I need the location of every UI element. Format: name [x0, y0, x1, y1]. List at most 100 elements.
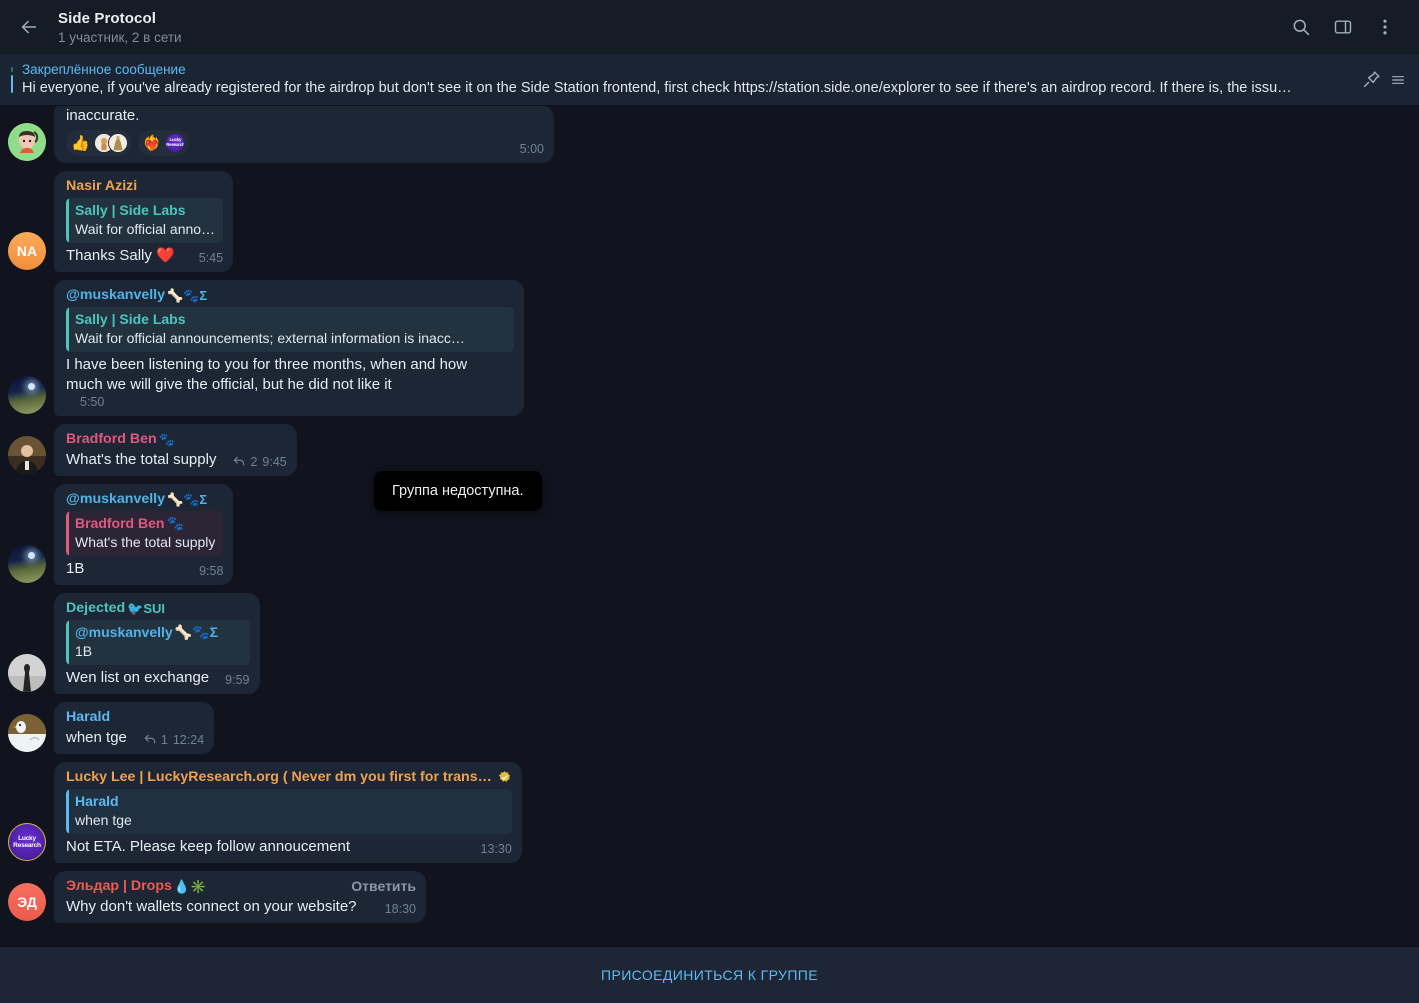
quoted-text: Wait for official anno… [75, 221, 216, 237]
message-bubble[interactable]: Nasir Azizi Sally | Side Labs Wait for o… [54, 171, 234, 272]
quoted-sender: Sally | Side Labs [75, 202, 186, 218]
message-meta: 9:59 [225, 673, 249, 688]
message-sender[interactable]: Harald [66, 708, 204, 727]
pinned-message-bar[interactable]: Закреплённое сообщение Hi everyone, if y… [0, 54, 1419, 106]
message-sender[interactable]: @muskanvelly 🦴🐾Σ [66, 490, 223, 509]
message-list: inaccurate. 👍 [0, 106, 1419, 929]
message-time: 5:45 [198, 251, 224, 265]
sender-emoji: 💧✳️ [173, 879, 207, 894]
quoted-text: Wait for official announcements; externa… [75, 330, 465, 346]
message-meta: 5:00 [520, 142, 544, 157]
verified-star-icon [497, 770, 512, 785]
message-bubble[interactable]: Lucky Lee | LuckyResearch.org ( Never dm… [54, 762, 522, 863]
pinned-list-icon [1390, 72, 1406, 88]
message-text: inaccurate. [66, 107, 140, 124]
message-sender-name: @muskanvelly [66, 491, 166, 507]
telegram-chat-window: Side Protocol 1 участник, 2 в сети Закре… [0, 0, 1419, 1003]
join-group-button[interactable]: Присоединиться к группе [0, 946, 1419, 1003]
back-button[interactable] [8, 6, 50, 48]
reply-count-value: 1 [160, 733, 168, 747]
message-text: What's the total supply [66, 451, 217, 468]
header-actions [1281, 7, 1405, 47]
arrow-left-icon [18, 16, 40, 38]
avatar[interactable] [8, 545, 46, 583]
message-meta: 1 12:24 [143, 733, 204, 748]
reply-arrow-icon [232, 455, 246, 469]
message-sender-name: Lucky Lee | LuckyResearch.org ( Never dm… [66, 769, 492, 785]
table-row: @muskanvelly 🦴🐾Σ Bradford Ben 🐾 What's t… [0, 484, 1419, 585]
reaction-pill[interactable]: 👍 [66, 130, 132, 156]
message-meta: 13:30 [481, 842, 512, 857]
heart-on-fire-icon: ❤️‍🔥 [142, 134, 162, 152]
message-bubble[interactable]: @muskanvelly 🦴🐾Σ Bradford Ben 🐾 What's t… [54, 484, 234, 585]
message-sender[interactable]: Bradford Ben 🐾 [66, 430, 287, 449]
thumbs-up-icon: 👍 [71, 134, 90, 152]
avatar[interactable]: Lucky Research [8, 823, 46, 861]
message-sender[interactable]: Lucky Lee | LuckyResearch.org ( Never dm… [66, 768, 512, 787]
quoted-message[interactable]: Sally | Side Labs Wait for official anno… [66, 198, 224, 243]
message-sender-name: Эльдар | Drops [66, 878, 172, 894]
quoted-text: What's the total supply [75, 534, 216, 550]
message-time: 9:58 [199, 564, 224, 578]
quoted-sender-name: Bradford Ben [75, 515, 165, 531]
message-time: 18:30 [384, 902, 416, 916]
quoted-message[interactable]: Harald when tge [66, 789, 512, 834]
toggle-info-panel-button[interactable] [1323, 7, 1363, 47]
table-row: Bradford Ben 🐾 What's the total supply 2… [0, 424, 1419, 476]
search-button[interactable] [1281, 7, 1321, 47]
pinned-message-text: Hi everyone, if you've already registere… [22, 80, 1292, 96]
message-bubble[interactable]: Эльдар | Drops 💧✳️ Ответить Why don't wa… [54, 871, 426, 923]
message-sender-name: @muskanvelly [66, 287, 166, 303]
quoted-message[interactable]: @muskanvelly 🦴🐾Σ 1B [66, 620, 250, 665]
quoted-sender: Bradford Ben 🐾 [75, 514, 215, 533]
message-text: when tge [66, 729, 127, 746]
message-bubble[interactable]: inaccurate. 👍 [54, 106, 554, 163]
table-row: Harald when tge 1 12:24 [0, 702, 1419, 754]
avatar[interactable] [8, 714, 46, 752]
message-meta: 18:30 [385, 902, 416, 917]
more-options-button[interactable] [1365, 7, 1405, 47]
reply-count[interactable]: 1 [143, 733, 168, 747]
table-row: @muskanvelly 🦴🐾Σ Sally | Side Labs Wait … [0, 280, 1419, 416]
message-text: Wen list on exchange [66, 669, 210, 686]
quoted-text: when tge [75, 812, 132, 828]
message-bubble[interactable]: Dejected 🐦SUI @muskanvelly 🦴🐾Σ 1B Wen li… [54, 593, 260, 694]
quoted-message[interactable]: Sally | Side Labs Wait for official anno… [66, 307, 514, 352]
pinned-message-body: Закреплённое сообщение Hi everyone, if y… [18, 61, 1356, 98]
reply-count[interactable]: 2 [232, 455, 257, 469]
quoted-sender: Sally | Side Labs [75, 311, 186, 327]
avatar[interactable]: NA [8, 232, 46, 270]
message-time: 9:59 [225, 673, 250, 687]
quoted-sender-name: @muskanvelly [75, 624, 173, 640]
message-list-container[interactable]: inaccurate. 👍 [0, 106, 1419, 946]
chat-title-block[interactable]: Side Protocol 1 участник, 2 в сети [58, 9, 1281, 46]
pinned-progress-marks [6, 62, 18, 98]
message-sender[interactable]: Эльдар | Drops 💧✳️ Ответить [66, 877, 416, 896]
avatar[interactable]: ЭД [8, 883, 46, 921]
reaction-pill[interactable]: ❤️‍🔥 Lucky Research [137, 130, 190, 156]
table-row: ЭД Эльдар | Drops 💧✳️ Ответить Why don't… [0, 871, 1419, 923]
avatar[interactable] [8, 376, 46, 414]
reply-button[interactable]: Ответить [351, 877, 416, 896]
message-sender-name: Bradford Ben [66, 431, 157, 447]
message-bubble[interactable]: @muskanvelly 🦴🐾Σ Sally | Side Labs Wait … [54, 280, 524, 416]
sender-emoji: 🦴🐾Σ [167, 492, 208, 507]
message-sender[interactable]: Nasir Azizi [66, 177, 223, 196]
tooltip-text: Группа недоступна. [392, 483, 524, 499]
reaction-avatars: Lucky Research [165, 133, 186, 153]
avatar[interactable] [8, 123, 46, 161]
message-bubble[interactable]: Bradford Ben 🐾 What's the total supply 2… [54, 424, 297, 476]
chat-header: Side Protocol 1 участник, 2 в сети [0, 0, 1419, 54]
quoted-message[interactable]: Bradford Ben 🐾 What's the total supply [66, 511, 224, 556]
unpin-button[interactable] [1356, 63, 1386, 97]
avatar[interactable] [8, 654, 46, 692]
pinned-list-button[interactable] [1387, 63, 1409, 97]
message-sender[interactable]: @muskanvelly 🦴🐾Σ [66, 286, 514, 305]
message-time: 9:45 [262, 455, 287, 469]
message-sender[interactable]: Dejected 🐦SUI [66, 599, 250, 618]
pinned-message-label: Закреплённое сообщение [22, 62, 186, 77]
unpin-icon [1361, 69, 1382, 90]
search-icon [1291, 17, 1311, 37]
message-bubble[interactable]: Harald when tge 1 12:24 [54, 702, 215, 754]
avatar[interactable] [8, 436, 46, 474]
